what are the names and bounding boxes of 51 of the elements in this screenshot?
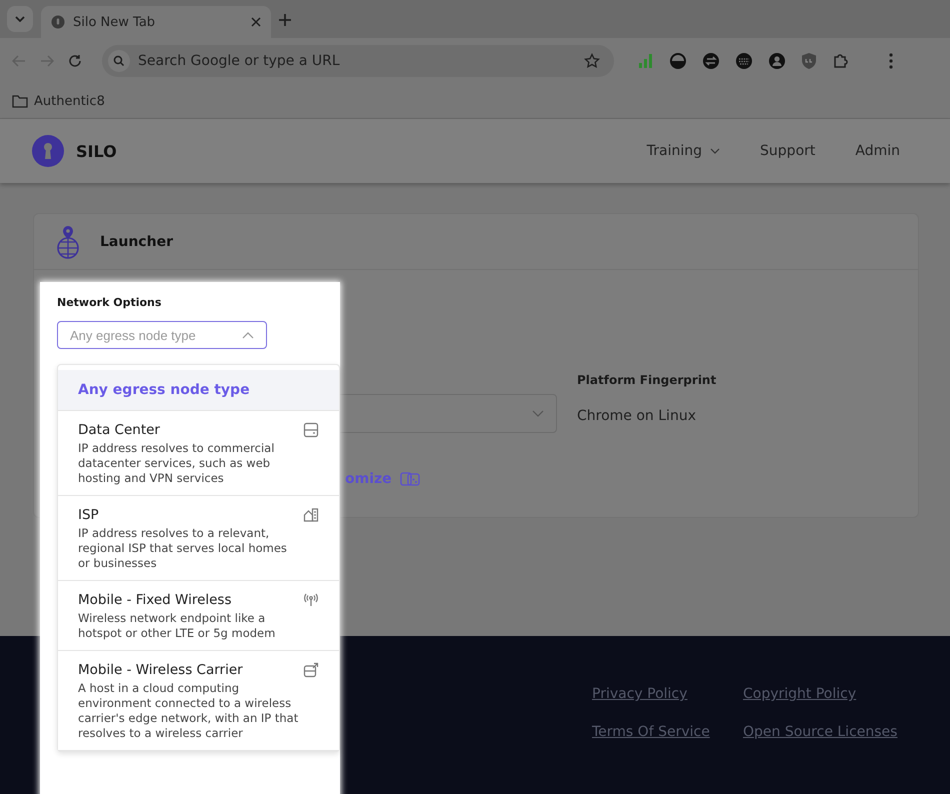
reload-icon (68, 54, 82, 68)
tab-favicon-icon (51, 15, 65, 29)
new-tab-button[interactable] (279, 14, 291, 26)
dropdown-option[interactable]: Mobile - Fixed Wireless Wireless network endpoint like a hotspot or other LTE or 5g modem (58, 581, 339, 651)
nav-link[interactable]: Support (760, 143, 816, 159)
server-signal-icon (303, 662, 319, 678)
shield-icon[interactable] (801, 52, 817, 70)
globe-pin-icon (56, 224, 80, 258)
dropdown-option[interactable]: Any egress node type (58, 370, 339, 411)
plus-icon (279, 14, 291, 26)
keyboard-icon[interactable] (735, 52, 753, 70)
nav-link[interactable]: Training (646, 143, 720, 159)
nav-link[interactable]: Admin (855, 143, 900, 159)
dropdown-option[interactable]: ISP IP address resolves to a relevant, regional ISP that serves local homes or businesses (58, 496, 339, 581)
dropdown-option[interactable]: Mobile - Wireless Carrier A host in a cloud computing environment connected to a wireless carrier's edge network, with an IP that resolves to a wireless carrier (58, 651, 339, 751)
chevron-down-icon (15, 16, 25, 22)
server-icon (303, 422, 319, 438)
card-title: Launcher (100, 234, 173, 250)
field-label: Network Options (57, 296, 162, 309)
dropdown-option[interactable]: Data Center IP address resolves to commercial datacenter services, such as web hosting and VPN services (58, 411, 339, 496)
arrow-right-icon (40, 55, 54, 67)
tab-list-button[interactable] (7, 6, 33, 32)
half-circle-icon[interactable] (669, 52, 687, 70)
menu-icon[interactable] (889, 53, 893, 69)
close-icon (251, 17, 261, 27)
keyhole-logo-icon (32, 135, 64, 167)
browser-tab[interactable]: Silo New Tab (41, 6, 271, 38)
chevron-down-icon (532, 410, 544, 417)
search-icon (108, 50, 130, 72)
swap-icon[interactable] (702, 52, 720, 70)
building-icon (303, 507, 319, 523)
address-bar[interactable]: Search Google or type a URL (102, 45, 614, 77)
platform-value: Chrome on Linux (577, 408, 697, 424)
tab-title: Silo New Tab (73, 14, 156, 30)
star-icon[interactable] (584, 53, 600, 69)
puzzle-icon[interactable] (832, 52, 850, 70)
bookmark-link[interactable]: Authentic8 (34, 94, 105, 108)
profile-icon[interactable] (768, 52, 786, 70)
footer-link[interactable]: Copyright Policy (743, 686, 893, 702)
footer-link[interactable]: Privacy Policy (592, 686, 743, 702)
network-select[interactable]: Any egress node type (57, 321, 267, 349)
brand-name: SILO (76, 142, 118, 160)
field-label: Platform Fingerprint (577, 373, 718, 387)
close-tab-button[interactable] (251, 17, 261, 27)
antenna-icon (303, 592, 319, 608)
footer-link[interactable]: Terms Of Service (592, 724, 743, 740)
arrow-left-icon (12, 55, 26, 67)
reload-button[interactable] (68, 54, 82, 68)
folder-icon (12, 94, 28, 108)
address-placeholder: Search Google or type a URL (138, 53, 341, 69)
chevron-up-icon (242, 332, 254, 338)
